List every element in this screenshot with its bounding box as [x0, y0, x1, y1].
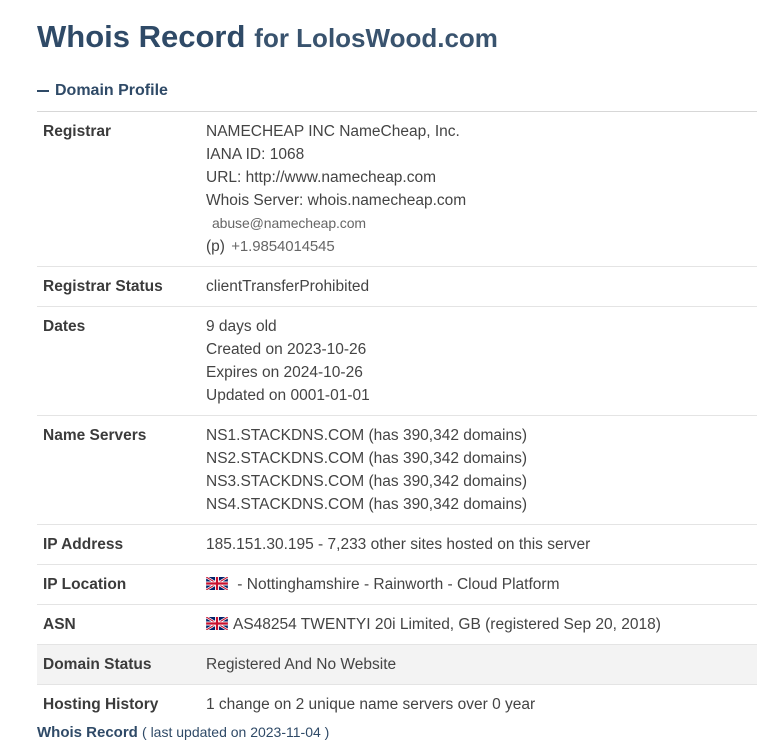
whois-page: Whois Record for LolosWood.com Domain Pr…	[0, 0, 757, 749]
uk-flag-icon	[206, 577, 228, 590]
whois-record-footer: Whois Record ( last updated on 2023-11-0…	[37, 724, 329, 741]
last-updated: ( last updated on 2023-11-04 )	[142, 724, 330, 740]
title-main: Whois Record	[37, 19, 246, 54]
label-name-servers: Name Servers	[43, 427, 147, 444]
label-registrar-status: Registrar Status	[43, 278, 163, 295]
whois-record-link[interactable]: Whois Record	[37, 724, 138, 741]
name-server-1: NS1.STACKDNS.COM (has 390,342 domains)	[206, 427, 528, 444]
label-domain-status: Domain Status	[43, 656, 152, 673]
registrar-status-value: clientTransferProhibited	[206, 278, 370, 295]
domain-profile-toggle[interactable]: Domain Profile	[37, 82, 168, 100]
domain-status-value: Registered And No Website	[206, 656, 397, 673]
ip-address-value: 185.151.30.195 - 7,233 other sites hoste…	[206, 536, 591, 553]
expires-date: Expires on 2024-10-26	[206, 364, 363, 381]
uk-flag-icon	[206, 617, 228, 630]
registrar-phone: +1.9854014545	[231, 238, 335, 255]
row-ip-address: IP Address 185.151.30.195 - 7,233 other …	[37, 525, 757, 565]
updated-date: Updated on 0001-01-01	[206, 387, 370, 404]
name-server-2: NS2.STACKDNS.COM (has 390,342 domains)	[206, 450, 528, 467]
name-server-4: NS4.STACKDNS.COM (has 390,342 domains)	[206, 496, 528, 513]
row-registrar-status: Registrar Status clientTransferProhibite…	[37, 267, 757, 307]
label-ip-address: IP Address	[43, 536, 124, 553]
ip-location-value: - Nottinghamshire - Rainworth - Cloud Pl…	[233, 576, 560, 593]
row-registrar: Registrar NAMECHEAP INC NameCheap, Inc. …	[37, 112, 757, 267]
row-ip-location: IP Location - Nottinghamshire - Rainwort…	[37, 565, 757, 605]
created-date: Created on 2023-10-26	[206, 341, 367, 358]
domain-profile-table: Registrar NAMECHEAP INC NameCheap, Inc. …	[37, 111, 757, 724]
asn-value: AS48254 TWENTYI 20i Limited, GB (registe…	[233, 616, 661, 633]
title-domain: for LolosWood.com	[254, 23, 498, 53]
section-label: Domain Profile	[55, 82, 168, 99]
row-hosting-history: Hosting History 1 change on 2 unique nam…	[37, 685, 757, 724]
registrar-email: abuse@namecheap.com	[212, 215, 366, 231]
registrar-url: URL: http://www.namecheap.com	[206, 169, 437, 186]
label-registrar: Registrar	[43, 123, 112, 140]
name-server-3: NS3.STACKDNS.COM (has 390,342 domains)	[206, 473, 528, 490]
registrar-iana: IANA ID: 1068	[206, 146, 305, 163]
hosting-history-value: 1 change on 2 unique name servers over 0…	[206, 696, 536, 713]
phone-prefix: (p)	[206, 238, 225, 255]
label-hosting-history: Hosting History	[43, 696, 159, 713]
label-dates: Dates	[43, 318, 86, 335]
minus-icon	[37, 90, 49, 92]
registrar-whois-server: Whois Server: whois.namecheap.com	[206, 192, 467, 209]
row-domain-status: Domain Status Registered And No Website	[37, 645, 757, 685]
row-name-servers: Name Servers NS1.STACKDNS.COM (has 390,3…	[37, 416, 757, 525]
domain-age: 9 days old	[206, 318, 277, 335]
registrar-name: NAMECHEAP INC NameCheap, Inc.	[206, 123, 460, 140]
row-asn: ASN AS48254 TWENTYI 20i Limited, GB (reg…	[37, 605, 757, 645]
row-dates: Dates 9 days old Created on 2023-10-26 E…	[37, 307, 757, 416]
label-asn: ASN	[43, 616, 76, 633]
label-ip-location: IP Location	[43, 576, 127, 593]
page-title: Whois Record for LolosWood.com	[37, 20, 498, 52]
